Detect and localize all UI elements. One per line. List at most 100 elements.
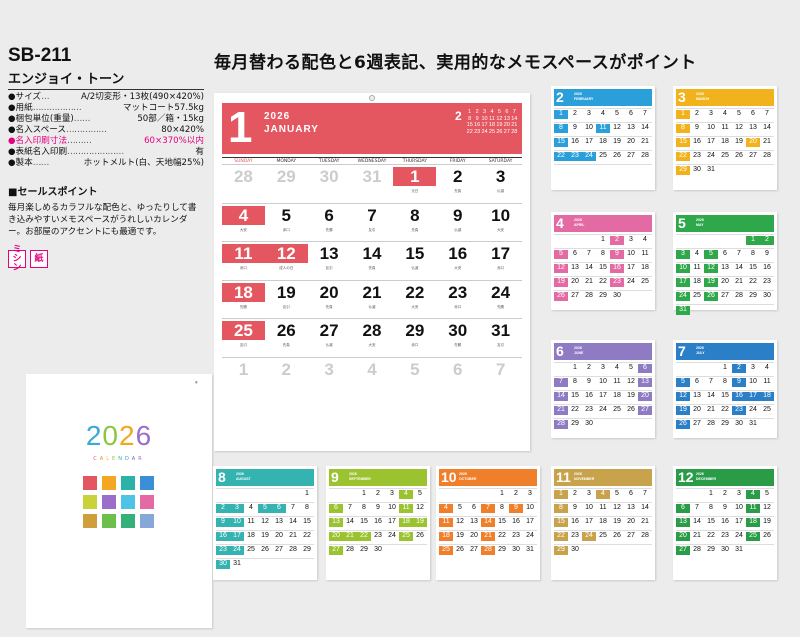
thumbnail-day-number: 27 — [679, 546, 687, 553]
thumbnail-day: 17 — [523, 516, 537, 530]
thumbnail-day-number: 15 — [749, 264, 757, 271]
day-note: 仏滅 — [411, 266, 419, 270]
thumbnail-day-number: 28 — [346, 546, 354, 553]
thumbnail-day-number: 8 — [305, 504, 309, 511]
thumbnail-day: 22 — [554, 530, 568, 544]
thumbnail-day — [732, 304, 746, 318]
thumbnail-day — [690, 234, 704, 248]
thumbnail-day: 12 — [258, 516, 272, 530]
spec-row: ●名入スペース…………… 80×420% — [8, 125, 204, 136]
thumbnail-day: 14 — [638, 502, 652, 516]
thumbnail-day — [704, 304, 718, 318]
thumbnail-day-number: 12 — [679, 392, 687, 399]
thumbnail-day: 5 — [610, 108, 624, 122]
thumbnail-day-number: 4 — [249, 504, 253, 511]
color-swatch — [140, 495, 154, 509]
spec-leader: …… — [73, 114, 91, 124]
thumbnail-day — [746, 544, 760, 558]
thumbnail-month-number: 7 — [678, 343, 686, 359]
thumbnail-day: 27 — [624, 530, 638, 544]
thumbnail-day: 22 — [357, 530, 371, 544]
thumbnail-day-number: 28 — [557, 420, 565, 427]
thumbnail-day: 3 — [624, 234, 638, 248]
thumbnail-day: 10 — [582, 502, 596, 516]
thumbnail-day-number: 13 — [332, 518, 340, 525]
thumbnail-day — [596, 544, 610, 558]
thumbnail-day-number: 22 — [360, 532, 368, 539]
thumbnail-day-number: 30 — [763, 292, 771, 299]
day-number: 29 — [276, 167, 296, 186]
thumbnail-day-number: 26 — [557, 292, 565, 299]
thumbnail-day-number: 8 — [601, 250, 605, 257]
thumbnail-day-number: 8 — [751, 250, 755, 257]
day-number: 7 — [495, 359, 506, 379]
day-note: 成人の日 — [279, 266, 294, 270]
thumbnail-month-number: 10 — [441, 469, 457, 485]
thumbnail-day-number: 9 — [573, 504, 577, 511]
thumbnail-day-number: 2 — [723, 490, 727, 497]
mini-day: 25 — [488, 128, 496, 135]
day-cell: 6 — [436, 356, 480, 396]
spec-value: ホットメルト(白、天地幅25%) — [83, 158, 204, 168]
thumbnail-day-number: 17 — [585, 138, 593, 145]
thumbnail-day-number: 1 — [709, 490, 713, 497]
spec-leader: …………… — [66, 125, 107, 135]
thumbnail-day — [638, 544, 652, 558]
thumbnail-day-number: 23 — [763, 278, 771, 285]
thumbnail-day-number: 27 — [275, 546, 283, 553]
thumbnail-day-number: 23 — [512, 532, 520, 539]
thumbnail-day: 30 — [568, 544, 582, 558]
thumbnail-day: 17 — [732, 516, 746, 530]
thumbnail-day: 3 — [230, 502, 244, 516]
thumbnail-day: 5 — [413, 488, 427, 502]
cover-label-letter: D — [124, 456, 132, 462]
thumbnail-day: 2 — [610, 234, 624, 248]
thumbnail-day: 15 — [300, 516, 314, 530]
thumbnail-day-number: 5 — [681, 378, 685, 385]
thumbnail-day-number: 15 — [707, 518, 715, 525]
thumbnail-day: 8 — [554, 122, 568, 136]
thumbnail-day-number: 20 — [627, 518, 635, 525]
day-cell: 3 仏滅 — [479, 164, 522, 203]
day-number: 10 — [491, 205, 511, 225]
thumbnail-day: 7 — [481, 502, 495, 516]
thumbnail-day: 30 — [760, 290, 774, 304]
thumbnail-month-name: SEPTEMBER — [349, 477, 371, 481]
thumbnail-day-number: 20 — [275, 532, 283, 539]
thumbnail-day-number: 18 — [641, 264, 649, 271]
thumbnail-day: 15 — [568, 390, 582, 404]
spec-leader: ………………… — [67, 147, 124, 157]
thumbnail-day: 21 — [343, 530, 357, 544]
thumbnail-day: 3 — [704, 108, 718, 122]
thumbnail-day-number: 14 — [484, 518, 492, 525]
thumbnail-day: 17 — [582, 516, 596, 530]
day-number: 11 — [234, 244, 253, 263]
thumbnail-day: 8 — [596, 248, 610, 262]
thumbnail-day: 20 — [568, 276, 582, 290]
day-number: 25 — [233, 321, 253, 340]
thumbnail-day-number: 24 — [526, 532, 534, 539]
thumbnail-day: 5 — [453, 502, 467, 516]
thumbnail-day: 25 — [399, 530, 413, 544]
thumbnail-day: 12 — [624, 376, 638, 390]
thumbnail-day-number: 3 — [709, 110, 713, 117]
thumbnail-day: 29 — [746, 290, 760, 304]
thumbnail-month-number: 6 — [556, 343, 564, 359]
thumbnail-day: 19 — [610, 136, 624, 150]
thumbnail-day-number: 6 — [629, 110, 633, 117]
thumbnail-day-number: 18 — [763, 392, 771, 399]
thumbnail-day: 14 — [286, 516, 300, 530]
day-note: 仏滅 — [368, 304, 376, 309]
thumbnail-day-number: 10 — [585, 504, 593, 511]
spec-panel: SB-211 エンジョイ・トーン ●サイズ… A/2切変形・13枚(490×420… — [8, 46, 204, 272]
selling-point-text: 毎月楽しめるカラフルな配色と、ゆったりして書き込みやすいメモスペースがうれしいカ… — [8, 203, 197, 237]
thumbnail-day-number: 5 — [765, 490, 769, 497]
thumbnail-day-number: 29 — [498, 546, 506, 553]
thumbnail-day-number: 8 — [362, 504, 366, 511]
thumbnail-day: 2 — [568, 488, 582, 502]
thumbnail-day: 24 — [596, 404, 610, 418]
day-number: 26 — [276, 321, 296, 340]
day-number: 6 — [324, 205, 334, 225]
thumbnail-day — [385, 544, 399, 558]
thumbnail-day-number: 16 — [613, 264, 621, 271]
